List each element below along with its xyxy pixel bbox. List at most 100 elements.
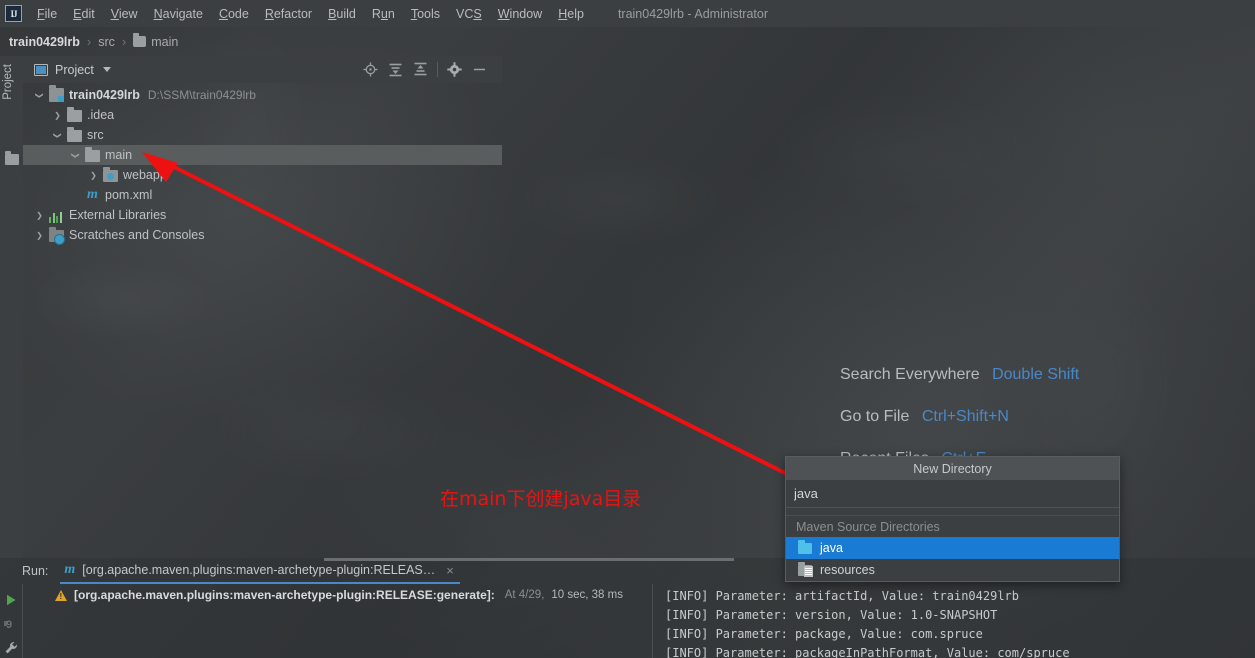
hint-label: Search Everywhere xyxy=(840,366,980,383)
menu-edit[interactable]: Edit xyxy=(65,4,103,24)
hint-go-to-file: Go to File Ctrl+Shift+N xyxy=(840,408,1079,426)
gear-icon[interactable] xyxy=(442,59,467,81)
directory-name-input[interactable] xyxy=(794,486,1111,501)
project-panel-header: Project xyxy=(23,56,502,83)
warning-icon xyxy=(55,589,67,601)
console-line: [INFO] Parameter: package, Value: com.sp… xyxy=(665,627,983,641)
scratches-icon xyxy=(49,227,65,245)
menu-run[interactable]: Run xyxy=(364,4,403,24)
rerun-icon[interactable] xyxy=(0,588,22,612)
tree-item-main[interactable]: main xyxy=(23,145,502,165)
hint-key: Ctrl+Shift+N xyxy=(921,408,1009,425)
menu-navigate[interactable]: Navigate xyxy=(146,4,211,24)
run-goal-label: [org.apache.maven.plugins:maven-archetyp… xyxy=(74,588,495,602)
chevron-right-icon[interactable] xyxy=(87,171,100,180)
chevron-down-icon[interactable] xyxy=(33,91,46,100)
tree-label: pom.xml xyxy=(105,188,153,202)
tree-item-idea[interactable]: .idea xyxy=(23,105,502,125)
collapse-all-icon[interactable] xyxy=(408,59,433,81)
project-view-icon xyxy=(34,63,48,76)
run-goal-duration: 10 sec, 38 ms xyxy=(551,589,623,601)
popup-option-java[interactable]: java xyxy=(786,537,1119,559)
chevron-down-icon[interactable] xyxy=(69,151,82,160)
breadcrumb-project[interactable]: train0429lrb xyxy=(9,35,80,49)
stop-9-icon[interactable]: 9 xyxy=(0,612,22,636)
hint-label: Go to File xyxy=(840,408,910,425)
project-panel-title: Project xyxy=(55,62,94,77)
close-icon[interactable]: × xyxy=(446,563,454,578)
tree-item-scratches-and-consoles[interactable]: Scratches and Consoles xyxy=(23,225,502,245)
project-folder-icon[interactable] xyxy=(5,151,19,165)
menu-file[interactable]: File xyxy=(29,4,65,24)
menu-build[interactable]: Build xyxy=(320,4,364,24)
run-window-label: Run: xyxy=(22,564,49,578)
tree-label: webapp xyxy=(123,168,167,182)
popup-option-label: resources xyxy=(820,563,875,577)
tree-item-pom-xml[interactable]: m pom.xml xyxy=(23,185,502,205)
new-directory-popup: New Directory Maven Source Directories j… xyxy=(785,456,1120,582)
popup-option-resources[interactable]: resources xyxy=(786,559,1119,581)
breadcrumb-src[interactable]: src xyxy=(98,35,115,49)
menu-vcs[interactable]: VCS xyxy=(448,4,490,24)
libraries-icon xyxy=(49,211,64,223)
run-tab-scrollbar[interactable] xyxy=(324,558,734,561)
console-line: [INFO] Parameter: packageInPathFormat, V… xyxy=(665,646,1070,658)
run-goal-at: At 4/29, xyxy=(504,589,545,601)
directory-name-input-wrapper[interactable] xyxy=(786,480,1119,508)
tree-label: train0429lrb xyxy=(69,88,140,102)
popup-divider xyxy=(786,508,1119,516)
menu-bar: IJ File Edit View Navigate Code Refactor… xyxy=(0,0,1255,27)
tree-label: External Libraries xyxy=(69,208,167,222)
run-gutter-toolbar: 9 xyxy=(0,584,22,658)
tree-label: Scratches and Consoles xyxy=(69,228,205,242)
project-tool-window: Project ❯ train0429lrb D:\SSM\train0429l… xyxy=(23,56,502,558)
tree-item-src[interactable]: src xyxy=(23,125,502,145)
run-goal-row[interactable]: [org.apache.maven.plugins:maven-archetyp… xyxy=(23,584,652,606)
menu-help[interactable]: Help xyxy=(550,4,592,24)
menu-view[interactable]: View xyxy=(103,4,146,24)
hint-key: Double Shift xyxy=(992,366,1080,383)
tree-item-external-libraries[interactable]: External Libraries xyxy=(23,205,502,225)
console-line: [INFO] Parameter: version, Value: 1.0-SN… xyxy=(665,608,998,622)
menu-tools[interactable]: Tools xyxy=(403,4,448,24)
breadcrumb-separator-2: › xyxy=(121,34,127,49)
expand-all-icon[interactable] xyxy=(383,59,408,81)
chevron-right-icon[interactable] xyxy=(33,211,46,220)
breadcrumb-main[interactable]: main xyxy=(133,33,178,49)
run-console-output[interactable]: [INFO] Parameter: artifactId, Value: tra… xyxy=(652,584,1255,658)
popup-option-label: java xyxy=(820,541,843,555)
popup-group-header: Maven Source Directories xyxy=(786,516,1119,537)
tree-item-webapp[interactable]: webapp xyxy=(23,165,502,185)
run-goal-tree: [org.apache.maven.plugins:maven-archetyp… xyxy=(22,584,652,658)
tree-label: main xyxy=(105,148,133,162)
chevron-down-icon[interactable] xyxy=(102,67,111,72)
menu-window[interactable]: Window xyxy=(490,4,550,24)
menu-code[interactable]: Code xyxy=(211,4,257,24)
tree-label: src xyxy=(87,128,104,142)
minimize-icon[interactable] xyxy=(467,59,492,81)
toolbar-divider xyxy=(437,62,438,77)
intellij-logo-icon: IJ xyxy=(5,5,22,22)
hint-search-everywhere: Search Everywhere Double Shift xyxy=(840,366,1079,384)
left-tool-strip: Project xyxy=(0,56,23,558)
tree-item-train0429lrb[interactable]: train0429lrb D:\SSM\train0429lrb xyxy=(23,85,502,105)
maven-icon: m xyxy=(64,562,76,577)
locate-icon[interactable] xyxy=(358,59,383,81)
tool-button-project[interactable]: Project xyxy=(2,64,14,100)
wrench-icon[interactable] xyxy=(0,636,22,658)
source-folder-icon xyxy=(798,539,812,554)
breadcrumb: train0429lrb › src › main xyxy=(0,27,1255,56)
project-panel-toolbar xyxy=(358,59,502,81)
project-tree: train0429lrb D:\SSM\train0429lrb .idea s… xyxy=(23,83,502,245)
menu-refactor[interactable]: Refactor xyxy=(257,4,320,24)
folder-icon xyxy=(67,107,82,122)
tree-module-path: D:\SSM\train0429lrb xyxy=(147,88,256,102)
chevron-right-icon[interactable] xyxy=(33,231,46,240)
chevron-down-icon[interactable] xyxy=(51,131,64,140)
breadcrumb-separator-1: › xyxy=(86,34,92,49)
chevron-right-icon[interactable] xyxy=(51,111,64,120)
run-tab[interactable]: m [org.apache.maven.plugins:maven-archet… xyxy=(60,559,460,584)
console-line: [INFO] Parameter: artifactId, Value: tra… xyxy=(665,589,1020,603)
webapp-folder-icon xyxy=(103,167,118,182)
run-body: 9 [org.apache.maven.plugins:maven-archet… xyxy=(0,584,1255,658)
